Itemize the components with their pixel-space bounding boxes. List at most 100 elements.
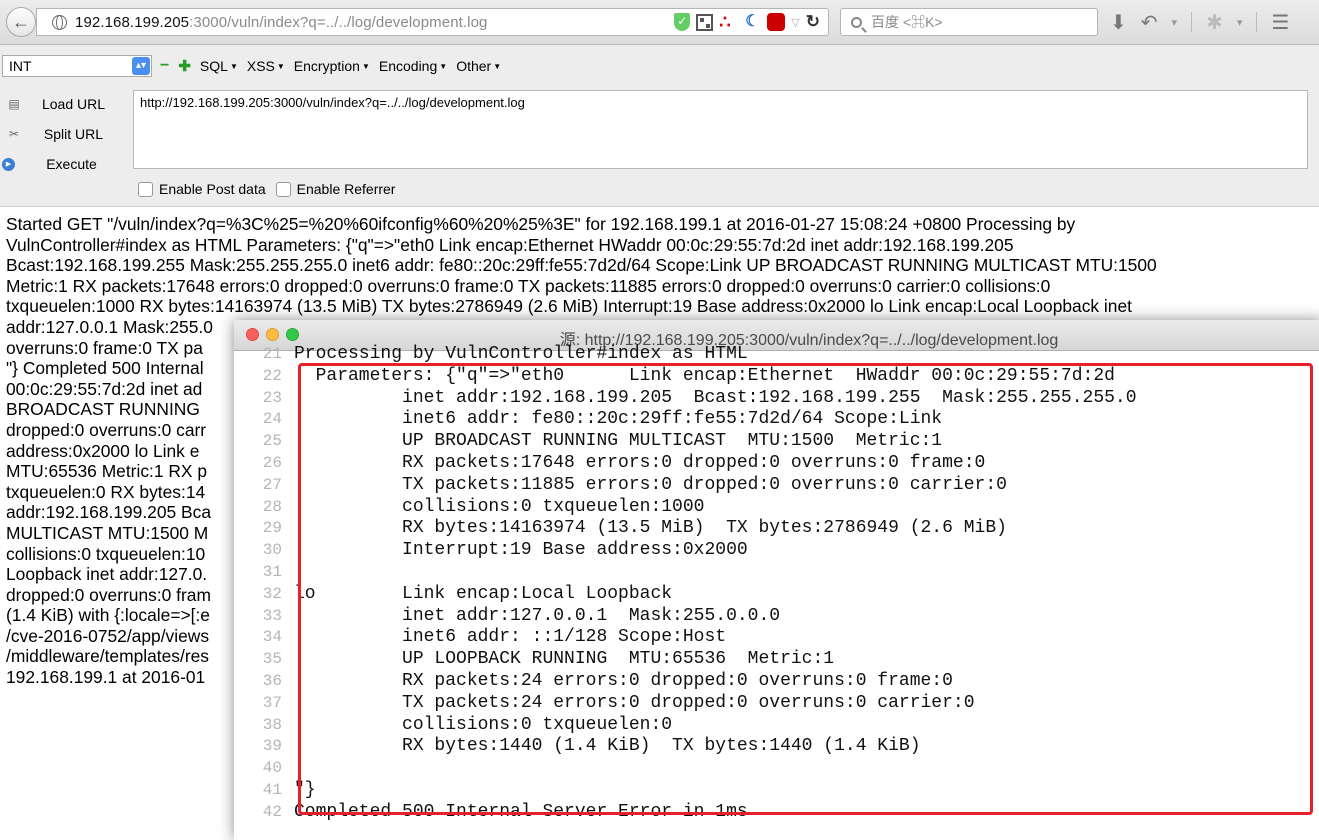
line-number: 26	[262, 454, 282, 472]
menu-encoding-label: Encoding	[378, 58, 438, 74]
caret-icon: ▼	[276, 62, 285, 71]
line-number: 42	[262, 802, 282, 821]
line-number: 38	[262, 715, 282, 734]
source-line: 40	[234, 758, 294, 780]
download-icon[interactable]: ⬇	[1110, 10, 1127, 35]
line-number: 41	[262, 781, 282, 799]
line-number: 35	[262, 650, 282, 669]
source-line-text: TX packets:11885 errors:0 dropped:0 over…	[294, 474, 1007, 495]
type-select[interactable]: INT ▴▾	[2, 55, 152, 77]
execute-button[interactable]: ▶ Execute	[0, 149, 128, 179]
source-line-text: Interrupt:19 Base address:0x2000	[294, 540, 748, 561]
line-number: 36	[262, 672, 282, 690]
type-select-value: INT	[9, 58, 32, 74]
line-number: 24	[262, 410, 282, 429]
hackbar-menu: − ✚ SQL ▼ XSS ▼ Encryption ▼ Encoding ▼ Othe…	[160, 55, 501, 77]
address-bar-icons: ✓ ∴ ☾ ▽ ↻	[674, 12, 820, 32]
undo-icon[interactable]: ↶	[1141, 10, 1158, 35]
split-url-button[interactable]: ✂ Split URL	[0, 119, 128, 149]
source-line: 28 collisions:0 txqueuelen:1000	[234, 497, 705, 519]
source-line: 25 UP BROADCAST RUNNING MULTICAST MTU:15…	[234, 431, 942, 453]
select-arrows-icon[interactable]: ▴▾	[132, 57, 150, 75]
source-line-text: RX packets:17648 errors:0 dropped:0 over…	[294, 453, 986, 473]
back-button[interactable]: ←	[6, 7, 36, 37]
search-bar[interactable]: 百度 <⌘K>	[840, 8, 1098, 36]
page-text-line: txqueuelen:1000 RX bytes:14163974 (13.5 …	[6, 296, 1132, 317]
source-line-text: TX packets:24 errors:0 dropped:0 overrun…	[294, 692, 975, 713]
source-line-text: "}	[294, 780, 316, 800]
source-line-text: inet addr:127.0.0.1 Mask:255.0.0.0	[294, 605, 781, 626]
blue-addon-icon[interactable]: ☾	[745, 13, 761, 31]
source-line: 36 RX packets:24 errors:0 dropped:0 over…	[234, 671, 953, 693]
enable-post-label: Enable Post data	[159, 181, 266, 197]
url-host: 192.168.199.205	[75, 13, 190, 31]
source-line-text: lo Link encap:Local Loopback	[294, 583, 694, 604]
back-arrow-icon: ←	[12, 11, 30, 32]
source-line: 32 lo Link encap:Local Loopback	[234, 584, 694, 606]
line-number: 32	[262, 584, 282, 603]
split-url-label: Split URL	[43, 126, 104, 142]
source-line-text: collisions:0 txqueuelen:0	[294, 714, 673, 735]
line-number: 40	[262, 759, 282, 778]
line-number: 37	[262, 693, 282, 712]
url-path: :3000/vuln/index?q=../../log/development…	[189, 13, 488, 31]
source-line: 34 inet6 addr: ::1/128 Scope:Host	[234, 627, 726, 649]
line-number: 23	[262, 388, 282, 407]
address-bar-text[interactable]: 192.168.199.205:3000/vuln/index?q=../../…	[75, 14, 487, 31]
menu-xss[interactable]: XSS ▼	[247, 58, 285, 74]
line-number: 30	[262, 541, 282, 560]
line-number: 31	[262, 563, 282, 581]
source-line-text: inet addr:192.168.199.205 Bcast:192.168.…	[294, 387, 1137, 408]
source-line: 26 RX packets:17648 errors:0 dropped:0 o…	[234, 453, 986, 475]
source-line-text: UP BROADCAST RUNNING MULTICAST MTU:1500 …	[294, 431, 943, 452]
chevron-down-icon-2[interactable]: ▾	[1237, 16, 1243, 29]
menu-encoding[interactable]: Encoding ▼	[379, 58, 447, 74]
load-url-label: Load URL	[41, 96, 106, 112]
source-line-text: inet6 addr: ::1/128 Scope:Host	[294, 627, 727, 648]
toolbar-divider-2	[1256, 12, 1258, 32]
source-line: 35 UP LOOPBACK RUNNING MTU:65536 Metric:…	[234, 649, 834, 671]
source-line: 27 TX packets:11885 errors:0 dropped:0 o…	[234, 475, 1007, 497]
caret-icon: ▼	[439, 62, 448, 71]
source-line: 30 Interrupt:19 Base address:0x2000	[234, 540, 748, 562]
line-number: 34	[262, 628, 282, 647]
gear-icon[interactable]: ✱	[1206, 10, 1223, 35]
load-url-button[interactable]: ▤ Load URL	[0, 89, 128, 119]
page-text-line: Metric:1 RX packets:17648 errors:0 dropp…	[6, 275, 1051, 296]
qr-code-icon[interactable]	[696, 13, 714, 31]
reload-icon[interactable]: ↻	[806, 12, 820, 32]
menu-other[interactable]: Other ▼	[456, 58, 501, 74]
dropdown-arrow-icon[interactable]: ▽	[791, 16, 799, 29]
source-line: 23 inet addr:192.168.199.205 Bcast:192.1…	[234, 388, 1137, 410]
load-url-icon: ▤	[8, 97, 20, 111]
menu-other-label: Other	[456, 58, 492, 74]
caret-icon: ▼	[493, 62, 502, 71]
menu-encryption[interactable]: Encryption ▼	[294, 58, 370, 74]
view-source-window: 源: http://192.168.199.205:3000/vuln/inde…	[234, 320, 1319, 840]
source-line-text: RX bytes:1440 (1.4 KiB) TX bytes:1440 (1…	[294, 736, 921, 757]
plus-icon[interactable]: ✚	[178, 57, 191, 75]
minus-icon[interactable]: −	[160, 57, 169, 75]
enable-referrer-label: Enable Referrer	[296, 181, 396, 197]
shield-icon[interactable]: ✓	[674, 13, 691, 31]
url-textarea[interactable]: http://192.168.199.205:3000/vuln/index?q…	[133, 90, 1308, 169]
address-bar[interactable]: 192.168.199.205:3000/vuln/index?q=../../…	[36, 8, 829, 36]
red-box-icon[interactable]	[767, 13, 786, 31]
source-line: 29 RX bytes:14163974 (13.5 MiB) TX bytes…	[234, 518, 1007, 540]
chevron-down-icon[interactable]: ▾	[1172, 16, 1178, 29]
search-placeholder: 百度 <⌘K>	[871, 14, 943, 30]
source-line-text: RX packets:24 errors:0 dropped:0 overrun…	[294, 671, 953, 691]
red-addon-icon[interactable]: ∴	[719, 13, 739, 31]
execute-label: Execute	[46, 156, 97, 172]
menu-icon[interactable]: ☰	[1271, 10, 1289, 35]
menu-sql-label: SQL	[199, 58, 228, 74]
source-line-text: Processing by VulnController#index as HT…	[294, 344, 748, 364]
globe-icon	[52, 14, 67, 30]
menu-sql[interactable]: SQL ▼	[200, 58, 238, 74]
page-text-line: Bcast:192.168.199.255 Mask:255.255.255.0…	[6, 255, 1157, 276]
menu-encryption-label: Encryption	[293, 58, 360, 74]
enable-referrer-checkbox[interactable]	[275, 181, 291, 197]
line-number: 33	[262, 606, 282, 625]
enable-post-checkbox[interactable]	[138, 181, 153, 197]
source-line: 33 inet addr:127.0.0.1 Mask:255.0.0.0	[234, 606, 780, 628]
